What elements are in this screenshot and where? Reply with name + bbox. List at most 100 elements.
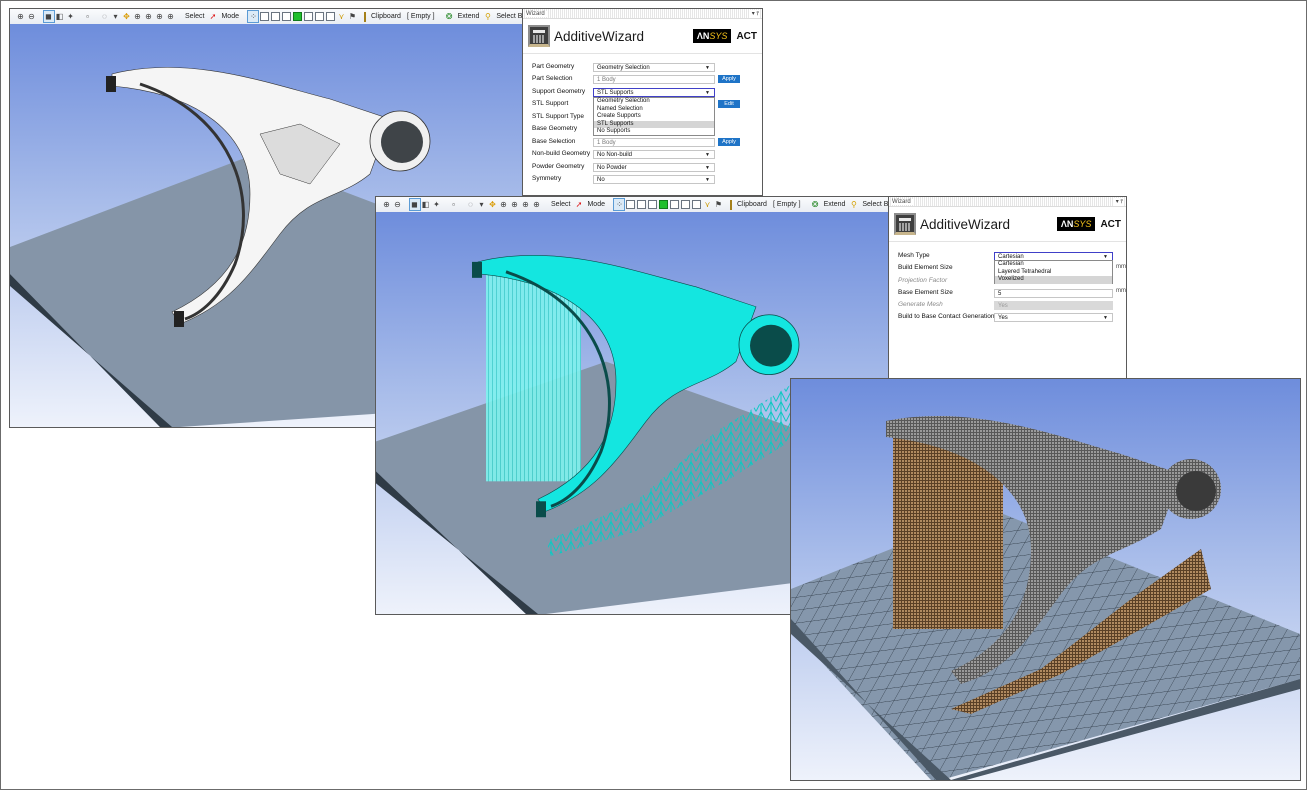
coordinates-icon[interactable]: ⋎ [336, 11, 346, 22]
select-point-icon[interactable]: ⁘ [613, 198, 626, 211]
part-selection-apply-button[interactable]: Apply [718, 75, 740, 83]
wireframe-icon[interactable]: ◧ [55, 11, 65, 22]
label-icon[interactable]: ⚑ [347, 11, 357, 22]
label-icon[interactable]: ⚑ [713, 199, 723, 210]
pin-icon[interactable]: ▾ ⫯ [749, 9, 759, 18]
chevron-down-icon[interactable]: ▾ [477, 199, 487, 210]
coordinates-icon[interactable]: ⋎ [702, 199, 712, 210]
part-tab-bottom [174, 311, 184, 327]
dropdown-option[interactable]: No Supports [594, 128, 714, 136]
show-vertices-icon[interactable]: ✦ [66, 11, 76, 22]
clipboard-status: [ Empty ] [772, 201, 801, 208]
dropdown-option[interactable]: Named Selection [594, 106, 714, 114]
mesh-scene [791, 415, 1300, 780]
select-face-icon[interactable] [647, 199, 657, 210]
row-generate-mesh: Generate Mesh Yes [898, 300, 1126, 311]
wizard-titlebar: Wizard ▾ ⫯ [523, 9, 762, 19]
wizard-header: AdditiveWizard ΛNSYS ACT [889, 207, 1126, 242]
rotate-icon[interactable]: ◌ [100, 11, 110, 22]
graphics-toggle-icon[interactable]: ▫ [83, 11, 93, 22]
base-element-size-input[interactable]: 5 [994, 289, 1113, 298]
select-by-dropdown[interactable]: Select By [862, 201, 888, 208]
rotate-icon[interactable]: ◌ [466, 199, 476, 210]
select-vertex-icon[interactable] [625, 199, 635, 210]
clipboard-dropdown[interactable]: Clipboard [737, 201, 767, 208]
part-hub-hole [381, 121, 423, 163]
graphics-viewport-3[interactable] [791, 379, 1300, 780]
powder-geometry-dropdown[interactable]: No Powder [593, 163, 715, 173]
mode-dropdown[interactable]: Mode [587, 201, 605, 208]
graphics-toolbar: ⊕ ⊖ ◼ ◧ ✦ ▫ ◌ ▾ ✥ ⊕ ⊕ ⊕ ⊕ Select ➚ Mode … [376, 197, 888, 213]
zoom-in-icon[interactable]: ⊕ [382, 199, 392, 210]
box-zoom-icon[interactable]: ⊕ [144, 11, 154, 22]
select-vertex-icon[interactable] [259, 11, 269, 22]
row-symmetry: Symmetry No [532, 174, 762, 185]
extend-icon: ❂ [811, 200, 819, 209]
part-selection-field[interactable]: 1 Body [593, 75, 715, 84]
select-element-icon[interactable] [325, 11, 335, 22]
select-body-icon[interactable] [658, 199, 668, 210]
show-vertices-icon[interactable]: ✦ [432, 199, 442, 210]
select-edge-icon[interactable] [270, 11, 280, 22]
zoom-in-icon[interactable]: ⊕ [16, 11, 26, 22]
row-part-selection: Part Selection 1 Body Apply [532, 74, 762, 85]
extend-dropdown[interactable]: Extend [458, 13, 480, 20]
wireframe-icon[interactable]: ◧ [421, 199, 431, 210]
pin-icon[interactable]: ▾ ⫯ [1113, 197, 1123, 206]
mode-dropdown[interactable]: Mode [221, 13, 239, 20]
clipboard-icon [363, 11, 366, 22]
zoom-icon[interactable]: ⊕ [133, 11, 143, 22]
select-element-icon[interactable] [691, 199, 701, 210]
select-label: Select [185, 13, 205, 20]
base-selection-apply-button[interactable]: Apply [718, 138, 740, 146]
zoom-out-icon[interactable]: ⊖ [393, 199, 403, 210]
dropdown-option-highlighted[interactable]: STL Supports [594, 120, 714, 128]
base-selection-field[interactable]: 1 Body [593, 138, 715, 147]
unit-label: mm [1116, 264, 1126, 270]
zoom-fit-icon[interactable]: ⊕ [155, 11, 165, 22]
box-zoom-icon[interactable]: ⊕ [510, 199, 520, 210]
dropdown-option-highlighted[interactable]: Voxelized [995, 276, 1112, 284]
dropdown-option[interactable]: Create Supports [594, 113, 714, 121]
pan-icon[interactable]: ✥ [488, 199, 498, 210]
select-mode-icon[interactable]: ➚ [208, 11, 218, 22]
select-element-face-icon[interactable] [680, 199, 690, 210]
stl-support-edit-button[interactable]: Edit [718, 100, 740, 108]
support-geometry-dropdown[interactable]: STL Supports [593, 88, 715, 98]
magnifier-icon[interactable]: ⊕ [532, 199, 542, 210]
select-node-icon[interactable] [669, 199, 679, 210]
zoom-out-icon[interactable]: ⊖ [27, 11, 37, 22]
shaded-view-icon[interactable]: ◼ [408, 198, 421, 211]
select-node-icon[interactable] [303, 11, 313, 22]
graphics-toggle-icon[interactable]: ▫ [449, 199, 459, 210]
pan-icon[interactable]: ✥ [122, 11, 132, 22]
symmetry-dropdown[interactable]: No [593, 175, 715, 185]
select-body-icon[interactable] [292, 11, 302, 22]
ansys-logo: ΛNSYS [1056, 217, 1096, 231]
extend-icon: ❂ [445, 12, 453, 21]
magnifier-icon[interactable]: ⊕ [166, 11, 176, 22]
dropdown-option[interactable]: Geometry Selection [594, 98, 714, 106]
part-hub-hole [750, 324, 792, 367]
select-point-icon[interactable]: ⁘ [247, 10, 260, 23]
zoom-fit-icon[interactable]: ⊕ [521, 199, 531, 210]
zoom-icon[interactable]: ⊕ [499, 199, 509, 210]
clipboard-dropdown[interactable]: Clipboard [371, 13, 401, 20]
non-build-geometry-dropdown[interactable]: No Non-build [593, 150, 715, 160]
shaded-view-icon[interactable]: ◼ [42, 10, 55, 23]
build-to-base-contact-dropdown[interactable]: Yes [994, 313, 1113, 323]
select-mode-icon[interactable]: ➚ [574, 199, 584, 210]
row-part-geometry: Part Geometry Geometry Selection [532, 62, 762, 73]
dropdown-option[interactable]: Cartesian [995, 261, 1112, 269]
select-face-icon[interactable] [281, 11, 291, 22]
extend-dropdown[interactable]: Extend [824, 201, 846, 208]
select-by-dropdown[interactable]: Select By [496, 13, 522, 20]
part-geometry-dropdown[interactable]: Geometry Selection [593, 63, 715, 73]
select-element-face-icon[interactable] [314, 11, 324, 22]
unit-label: mm [1116, 288, 1126, 294]
row-powder-geometry: Powder Geometry No Powder [532, 162, 762, 173]
dropdown-option[interactable]: Layered Tetrahedral [995, 269, 1112, 277]
select-edge-icon[interactable] [636, 199, 646, 210]
part-tab-bottom [536, 501, 546, 518]
chevron-down-icon[interactable]: ▾ [111, 11, 121, 22]
